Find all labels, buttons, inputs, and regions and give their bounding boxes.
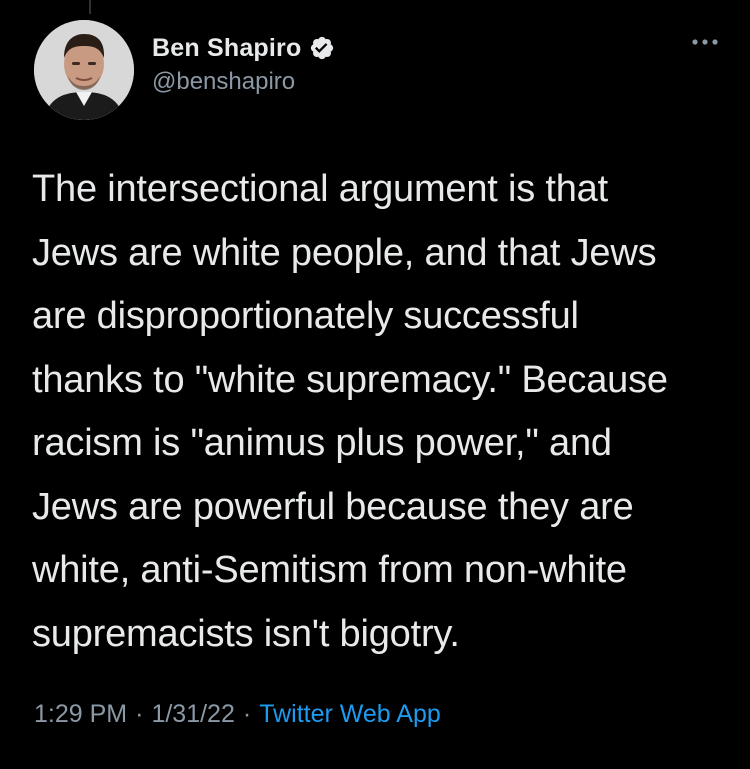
avatar-image (34, 20, 134, 120)
tweet-text-line: white, anti-Semitism from non-white (32, 549, 627, 591)
author-handle[interactable]: @benshapiro (152, 68, 335, 96)
avatar[interactable] (34, 20, 134, 120)
tweet-text-line: thanks to "white supremacy." Because (32, 358, 668, 401)
tweet-text-line: supremacists isn't bigotry. (32, 612, 460, 655)
meta-separator: · (135, 700, 144, 728)
meta-separator: · (242, 700, 252, 728)
author-block: Ben Shapiro @benshapiro (152, 32, 335, 96)
display-name-row: Ben Shapiro (152, 32, 335, 64)
more-horizontal-icon[interactable] (690, 34, 720, 50)
tweet-text-line: The intersectional argument is that (32, 168, 608, 210)
tweet-header: Ben Shapiro @benshapiro (34, 20, 720, 130)
tweet-text-line: Jews are powerful because they are (32, 485, 634, 528)
tweet-text: The intersectional argument is that Jews… (32, 158, 722, 666)
thread-connector-line (89, 0, 91, 14)
tweet-metadata: 1:29 PM · 1/31/22 · Twitter Web App (34, 700, 441, 729)
tweet-text-line: Jews are white people, and that Jews (32, 231, 657, 274)
display-name[interactable]: Ben Shapiro (152, 34, 301, 63)
tweet-source-link[interactable]: Twitter Web App (259, 700, 441, 728)
tweet-text-line: racism is "animus plus power," and (32, 422, 612, 464)
verified-badge-icon (309, 35, 335, 61)
tweet-date[interactable]: 1/31/22 (151, 700, 234, 728)
tweet-time[interactable]: 1:29 PM (34, 700, 127, 728)
tweet-text-line: are disproportionately successful (32, 295, 579, 337)
